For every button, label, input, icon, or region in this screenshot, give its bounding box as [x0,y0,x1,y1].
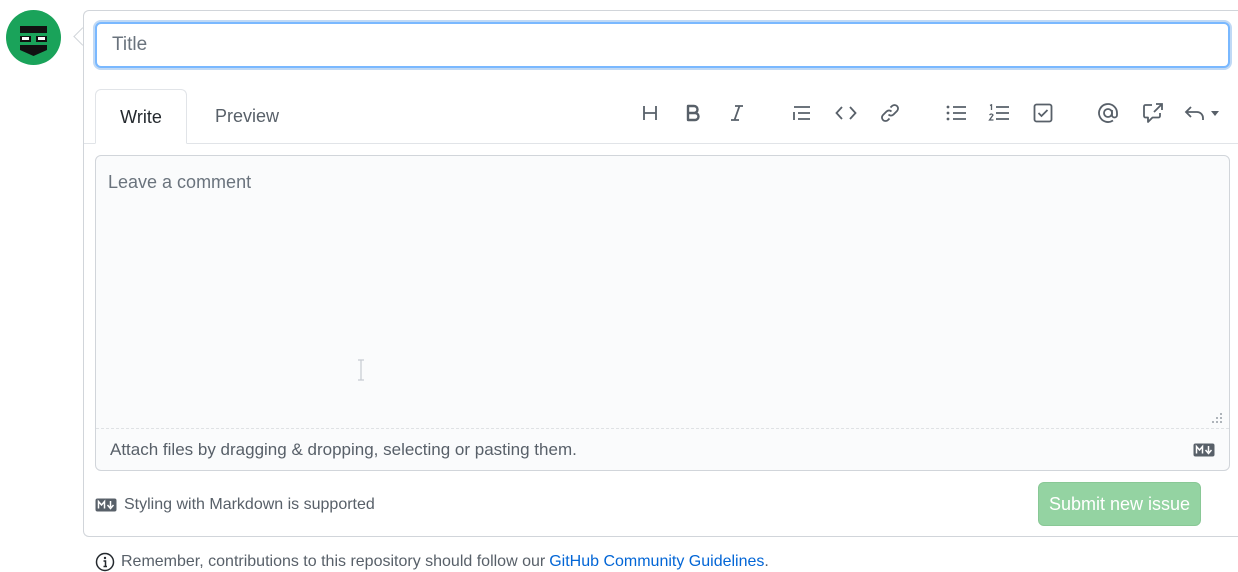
markdown-support-note: Styling with Markdown is supported [95,495,375,515]
link-icon [881,104,899,122]
cross-reference-icon [1143,103,1163,123]
italic-button[interactable] [722,98,752,128]
code-icon [835,106,857,120]
code-button[interactable] [831,98,861,128]
attach-files-bar[interactable]: Attach files by dragging & dropping, sel… [96,428,1229,470]
comment-box: Attach files by dragging & dropping, sel… [95,155,1230,471]
link-button[interactable] [875,98,905,128]
user-avatar[interactable] [6,10,61,65]
quote-icon [793,106,810,120]
reminder-text: Remember, contributions to this reposito… [121,553,546,570]
title-input[interactable] [95,22,1230,68]
task-list-button[interactable] [1028,98,1058,128]
community-guidelines-link[interactable]: GitHub Community Guidelines [549,553,764,570]
unordered-list-icon [946,105,966,121]
caret-down-icon [1211,111,1219,116]
saved-replies-icon [1184,106,1204,120]
cross-reference-button[interactable] [1138,98,1168,128]
identicon-avatar [20,26,47,56]
submit-new-issue-button[interactable]: Submit new issue [1038,482,1201,526]
mention-button[interactable] [1093,98,1123,128]
attach-files-text: Attach files by dragging & dropping, sel… [110,440,577,459]
heading-icon [643,106,657,120]
quote-button[interactable] [787,98,817,128]
text-cursor-icon [358,359,364,381]
heading-button[interactable] [635,98,665,128]
unordered-list-button[interactable] [941,98,971,128]
markdown-icon [95,498,117,512]
saved-replies-button[interactable] [1184,98,1228,128]
reminder-suffix: . [764,553,769,570]
ordered-list-icon [988,104,1009,121]
bold-button[interactable] [678,98,708,128]
task-list-icon [1033,103,1053,123]
ordered-list-button[interactable] [984,98,1014,128]
info-icon [95,552,115,572]
tab-write[interactable]: Write [95,89,187,144]
resize-grip-icon[interactable] [1211,412,1223,424]
tab-preview[interactable]: Preview [197,89,297,144]
mention-icon [1098,103,1118,123]
bold-icon [686,104,700,122]
markdown-icon[interactable] [1193,443,1215,457]
contribution-reminder: Remember, contributions to this reposito… [95,552,769,572]
markdown-support-label[interactable]: Styling with Markdown is supported [124,495,375,515]
italic-icon [731,105,743,121]
comment-textarea[interactable] [96,156,1229,428]
